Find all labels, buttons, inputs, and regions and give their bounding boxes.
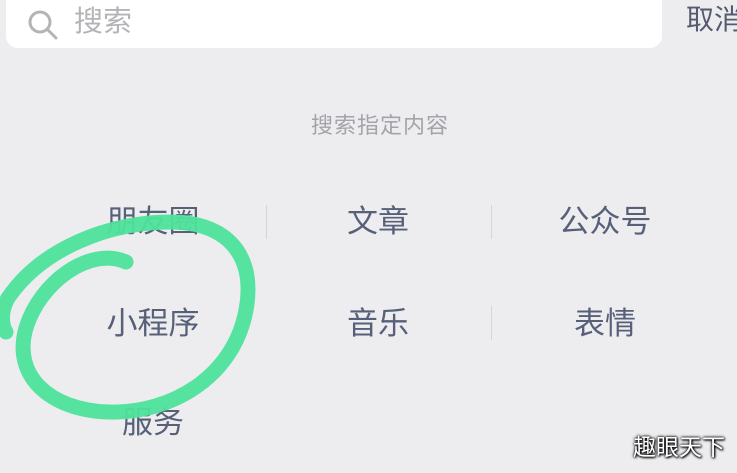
divider [266,205,267,239]
divider [491,205,492,239]
category-music[interactable]: 音乐 [268,304,488,344]
category-services[interactable]: 服务 [43,403,263,443]
search-icon [28,10,58,40]
search-input[interactable]: 搜索 [74,4,132,38]
category-moments[interactable]: 朋友圈 [43,202,263,242]
category-articles[interactable]: 文章 [268,202,488,242]
category-official-accounts[interactable]: 公众号 [495,202,715,242]
section-title: 搜索指定内容 [310,114,449,139]
divider [491,306,492,340]
watermark: 趣眼天下 [633,435,725,461]
category-stickers[interactable]: 表情 [495,304,715,344]
search-bar[interactable]: 搜索 [6,0,662,48]
category-mini-programs[interactable]: 小程序 [43,304,263,344]
cancel-button[interactable]: 取消 [686,3,737,37]
